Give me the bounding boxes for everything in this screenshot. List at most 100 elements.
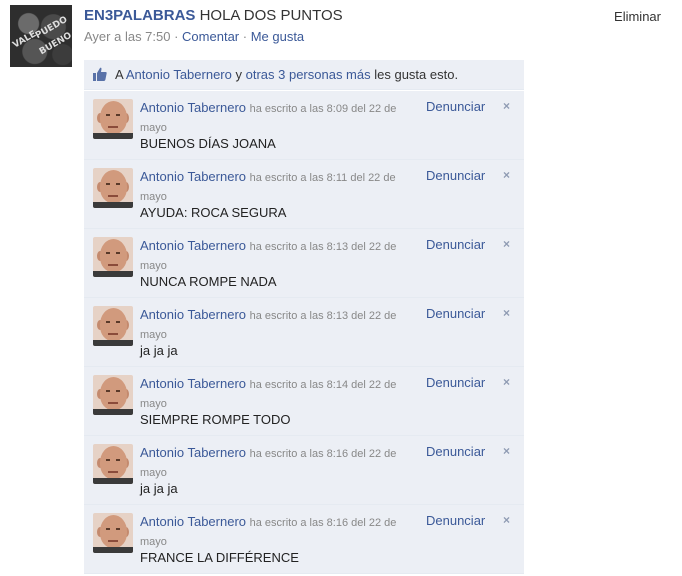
comment-text: BUENOS DÍAS JOANA xyxy=(140,136,276,151)
avatar-eye xyxy=(116,321,120,323)
avatar-head xyxy=(100,377,127,410)
post-message-line: EN3PALABRAS HOLA DOS PUNTOS xyxy=(84,6,672,26)
delete-post-button[interactable]: Eliminar xyxy=(614,9,661,24)
commenter-avatar[interactable] xyxy=(93,306,133,346)
comment-link[interactable]: Comentar xyxy=(182,29,239,44)
post-timestamp[interactable]: Ayer a las 7:50 xyxy=(84,29,170,44)
avatar-shirt xyxy=(93,133,133,139)
comment-item: Antonio Tabernero ha escrito a las 8:16 … xyxy=(84,505,524,574)
commenter-avatar[interactable] xyxy=(93,444,133,484)
remove-comment-icon[interactable]: × xyxy=(503,375,510,389)
avatar-head xyxy=(100,515,127,548)
remove-comment-icon[interactable]: × xyxy=(503,237,510,251)
commenter-avatar[interactable] xyxy=(93,513,133,553)
avatar-eye xyxy=(116,183,120,185)
commenter-avatar[interactable] xyxy=(93,375,133,415)
avatar-eye xyxy=(106,183,110,185)
avatar-mouth xyxy=(108,195,118,197)
post-header: EN3PALABRAS HOLA DOS PUNTOS Ayer a las 7… xyxy=(84,6,672,44)
report-comment-link[interactable]: Denunciar xyxy=(426,306,485,321)
avatar-eye xyxy=(116,528,120,530)
avatar-head xyxy=(100,446,127,479)
avatar-shirt xyxy=(93,340,133,346)
likes-text: A Antonio Tabernero y otras 3 personas m… xyxy=(115,60,458,89)
commenter-avatar[interactable] xyxy=(93,237,133,277)
comment-text: ja ja ja xyxy=(140,481,178,496)
comment-item: Antonio Tabernero ha escrito a las 8:13 … xyxy=(84,298,524,367)
comment-item: Antonio Tabernero ha escrito a las 8:14 … xyxy=(84,367,524,436)
avatar-head xyxy=(100,239,127,272)
remove-comment-icon[interactable]: × xyxy=(503,168,510,182)
avatar-shirt xyxy=(93,478,133,484)
avatar-shirt xyxy=(93,409,133,415)
comment-header: Antonio Tabernero ha escrito a las 8:13 … xyxy=(140,237,420,275)
like-link[interactable]: Me gusta xyxy=(251,29,304,44)
thumbs-up-icon xyxy=(93,67,107,81)
avatar-eye xyxy=(106,114,110,116)
avatar-mouth xyxy=(108,264,118,266)
meta-separator: · xyxy=(170,29,183,44)
avatar-eye xyxy=(116,114,120,116)
commenter-name-link[interactable]: Antonio Tabernero xyxy=(140,238,246,253)
report-comment-link[interactable]: Denunciar xyxy=(426,237,485,252)
comment-item: Antonio Tabernero ha escrito a las 8:09 … xyxy=(84,91,524,160)
remove-comment-icon[interactable]: × xyxy=(503,306,510,320)
avatar-eye xyxy=(106,459,110,461)
commenter-name-link[interactable]: Antonio Tabernero xyxy=(140,376,246,391)
comment-item: Antonio Tabernero ha escrito a las 8:11 … xyxy=(84,160,524,229)
avatar-mouth xyxy=(108,540,118,542)
post-message: HOLA DOS PUNTOS xyxy=(199,7,343,24)
remove-comment-icon[interactable]: × xyxy=(503,99,510,113)
other-likers-link[interactable]: otras 3 personas más xyxy=(246,67,371,82)
comment-header: Antonio Tabernero ha escrito a las 8:13 … xyxy=(140,306,420,344)
likes-suffix: les gusta esto. xyxy=(370,67,459,82)
commenter-avatar[interactable] xyxy=(93,168,133,208)
avatar-head xyxy=(100,170,127,203)
comment-text: FRANCE LA DIFFÉRENCE xyxy=(140,550,299,565)
avatar-mouth xyxy=(108,402,118,404)
avatar-mouth xyxy=(108,126,118,128)
report-comment-link[interactable]: Denunciar xyxy=(426,168,485,183)
commenter-name-link[interactable]: Antonio Tabernero xyxy=(140,445,246,460)
avatar-mouth xyxy=(108,333,118,335)
remove-comment-icon[interactable]: × xyxy=(503,513,510,527)
commenter-name-link[interactable]: Antonio Tabernero xyxy=(140,100,246,115)
report-comment-link[interactable]: Denunciar xyxy=(426,444,485,459)
commenter-name-link[interactable]: Antonio Tabernero xyxy=(140,307,246,322)
report-comment-link[interactable]: Denunciar xyxy=(426,513,485,528)
comment-item: Antonio Tabernero ha escrito a las 8:13 … xyxy=(84,229,524,298)
avatar-eye xyxy=(106,321,110,323)
avatar-eye xyxy=(106,528,110,530)
likes-prefix: A xyxy=(115,67,126,82)
avatar-eye xyxy=(116,252,120,254)
commenter-name-link[interactable]: Antonio Tabernero xyxy=(140,169,246,184)
remove-comment-icon[interactable]: × xyxy=(503,444,510,458)
comment-header: Antonio Tabernero ha escrito a las 8:16 … xyxy=(140,444,420,482)
avatar-eye xyxy=(116,390,120,392)
comment-text: NUNCA ROMPE NADA xyxy=(140,274,277,289)
comment-text: ja ja ja xyxy=(140,343,178,358)
liker-link[interactable]: Antonio Tabernero xyxy=(126,67,232,82)
commenter-name-link[interactable]: Antonio Tabernero xyxy=(140,514,246,529)
avatar-eye xyxy=(106,390,110,392)
comment-header: Antonio Tabernero ha escrito a las 8:09 … xyxy=(140,99,420,137)
likes-bar: A Antonio Tabernero y otras 3 personas m… xyxy=(84,60,524,90)
comment-header: Antonio Tabernero ha escrito a las 8:14 … xyxy=(140,375,420,413)
comment-text: SIEMPRE ROMPE TODO xyxy=(140,412,291,427)
likes-joiner: y xyxy=(231,67,246,82)
avatar-head xyxy=(100,101,127,134)
comment-text: AYUDA: ROCA SEGURA xyxy=(140,205,287,220)
meta-separator: · xyxy=(239,29,251,44)
page-avatar[interactable]: VALE PUEDO BUENO xyxy=(10,5,72,67)
avatar-eye xyxy=(106,252,110,254)
avatar-mouth xyxy=(108,471,118,473)
comment-header: Antonio Tabernero ha escrito a las 8:11 … xyxy=(140,168,420,206)
post-meta: Ayer a las 7:50 · Comentar · Me gusta xyxy=(84,29,672,44)
avatar-head xyxy=(100,308,127,341)
avatar-eye xyxy=(116,459,120,461)
report-comment-link[interactable]: Denunciar xyxy=(426,375,485,390)
commenter-avatar[interactable] xyxy=(93,99,133,139)
avatar-shirt xyxy=(93,202,133,208)
report-comment-link[interactable]: Denunciar xyxy=(426,99,485,114)
post-author-link[interactable]: EN3PALABRAS xyxy=(84,7,195,24)
